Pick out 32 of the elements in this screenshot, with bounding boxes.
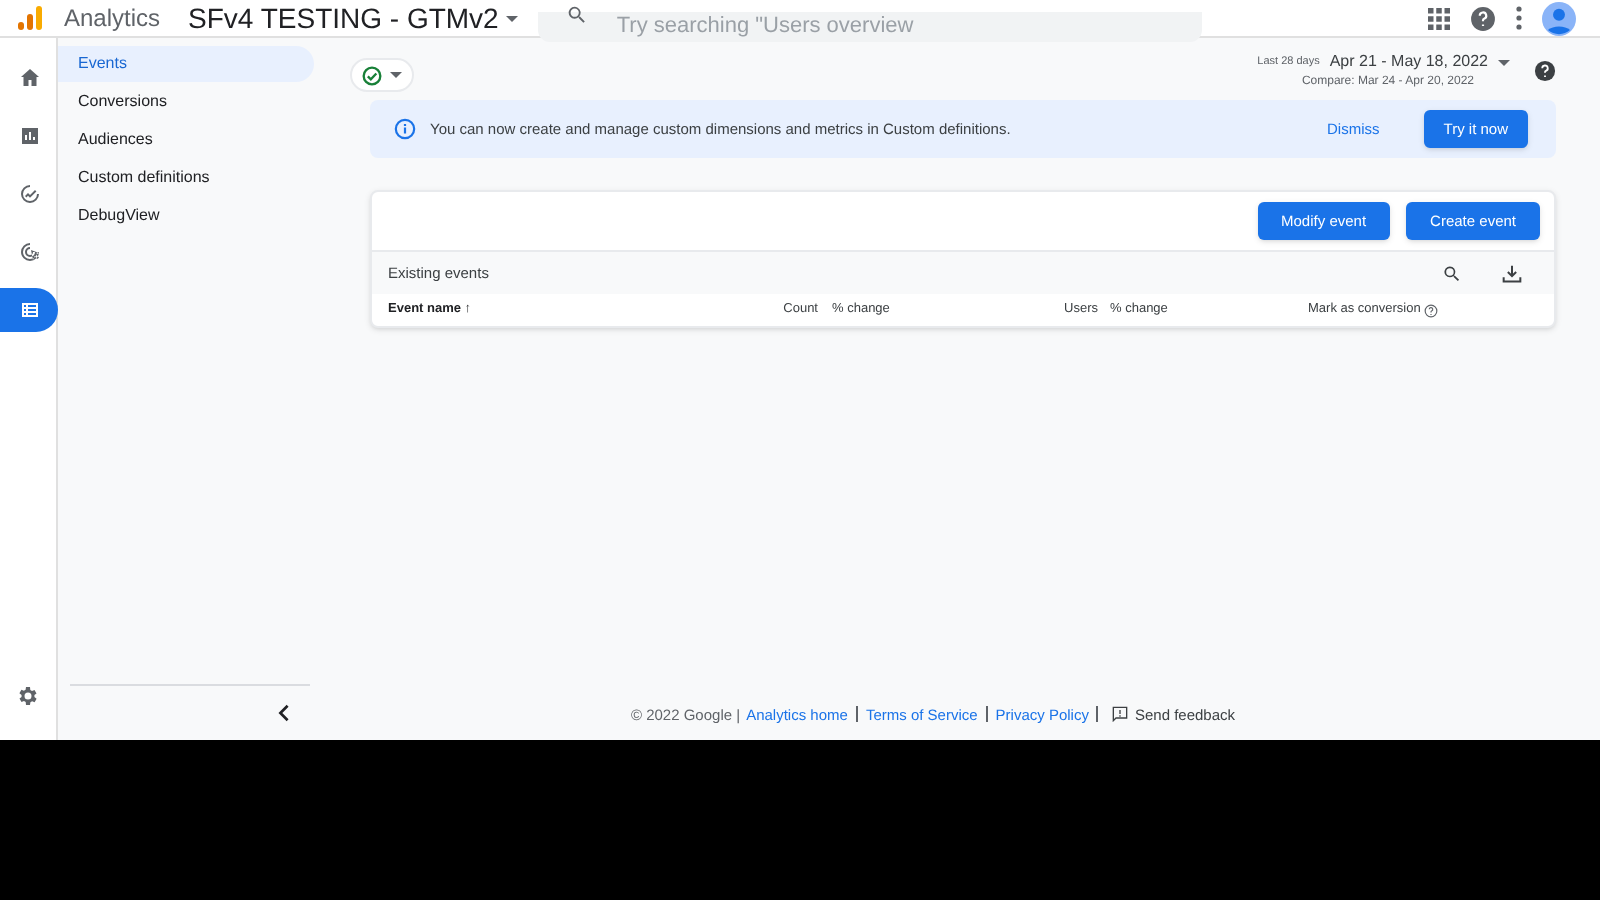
list-icon bbox=[17, 298, 41, 322]
search-icon[interactable] bbox=[1442, 263, 1462, 283]
nav-item[interactable]: Events bbox=[58, 46, 314, 82]
nav-item[interactable]: DebugView bbox=[58, 198, 314, 234]
check-circle-icon bbox=[362, 65, 382, 85]
nav-item[interactable]: Conversions bbox=[58, 84, 314, 120]
info-icon bbox=[394, 118, 416, 140]
avatar-icon[interactable] bbox=[1542, 1, 1576, 35]
caret-icon bbox=[1498, 59, 1510, 65]
feedback-icon bbox=[1112, 706, 1129, 723]
rail-item[interactable] bbox=[0, 288, 58, 332]
bar-chart-icon bbox=[17, 124, 41, 148]
help-icon[interactable] bbox=[1424, 303, 1439, 317]
home-icon bbox=[17, 66, 41, 90]
search-icon bbox=[566, 4, 589, 26]
apps-icon[interactable] bbox=[1428, 7, 1450, 29]
help-icon[interactable] bbox=[1534, 60, 1556, 82]
collapse-icon[interactable] bbox=[278, 704, 290, 722]
caret-icon bbox=[390, 72, 402, 78]
download-icon[interactable] bbox=[1502, 263, 1522, 283]
date-range-selector[interactable]: Apr 21 - May 18, 2022 bbox=[1329, 50, 1510, 74]
settings-icon[interactable] bbox=[16, 684, 40, 708]
nav-item[interactable]: Custom definitions bbox=[58, 160, 314, 196]
property-selector[interactable]: SFv4 TESTING - GTMv2 bbox=[188, 0, 519, 39]
help-icon[interactable] bbox=[1470, 5, 1496, 31]
more-icon[interactable] bbox=[1516, 6, 1522, 30]
search-field[interactable]: Try searching "Users overview bbox=[538, 11, 1203, 42]
app-name: Analytics bbox=[64, 2, 161, 36]
caret-icon bbox=[506, 15, 519, 21]
logo-icon bbox=[18, 6, 42, 30]
status-selector[interactable] bbox=[350, 58, 414, 92]
nav-item[interactable]: Audiences bbox=[58, 122, 314, 158]
